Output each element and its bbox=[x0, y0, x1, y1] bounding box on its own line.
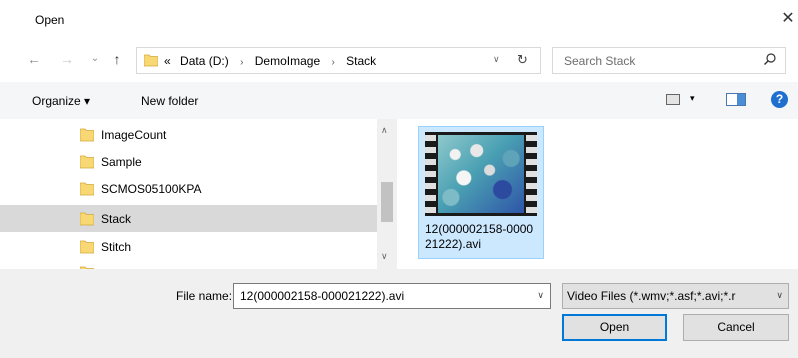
forward-arrow-icon[interactable]: → bbox=[58, 50, 76, 68]
organize-button[interactable]: Organize ▾ bbox=[32, 94, 90, 108]
folder-icon bbox=[80, 240, 94, 254]
search-input[interactable]: Search Stack bbox=[564, 54, 635, 68]
change-view-icon[interactable] bbox=[666, 94, 680, 105]
recent-locations-icon[interactable]: ⌄ bbox=[86, 50, 104, 68]
file-list: 12(000002158-000021222).avi bbox=[398, 119, 798, 269]
scrollbar-thumb[interactable] bbox=[381, 182, 393, 222]
file-name-label: 12(000002158-000021222).avi bbox=[425, 222, 534, 251]
address-bar[interactable]: « Data (D:) › DemoImage › Stack ∨ ↻ bbox=[136, 47, 541, 74]
video-thumbnail-icon bbox=[425, 132, 537, 216]
open-button[interactable]: Open bbox=[562, 314, 667, 341]
file-name-field[interactable]: 12(000002158-000021222).avi ∨ bbox=[233, 283, 551, 309]
address-row: ← → ⌄ ↑ « Data (D:) › DemoImage › Stack … bbox=[0, 40, 798, 82]
close-icon[interactable]: ✕ bbox=[780, 8, 796, 28]
up-arrow-icon[interactable]: ↑ bbox=[108, 50, 126, 68]
folder-label: Sample bbox=[101, 155, 142, 169]
folder-label: Stack bbox=[101, 212, 132, 226]
search-box[interactable]: Search Stack bbox=[552, 47, 786, 74]
file-type-select[interactable]: Video Files (*.wmv;*.asf;*.avi;*.r ∨ bbox=[562, 283, 789, 309]
navigation-scrollbar[interactable]: ∧ ∨ bbox=[377, 119, 397, 269]
folder-item-imagecount[interactable]: ImageCount bbox=[0, 121, 377, 148]
video-frame-image bbox=[438, 135, 524, 213]
breadcrumb-overflow[interactable]: « bbox=[164, 54, 171, 68]
folder-label: ImageCount bbox=[101, 128, 167, 142]
folder-item-sample[interactable]: Sample bbox=[0, 148, 377, 175]
cancel-button[interactable]: Cancel bbox=[683, 314, 789, 341]
help-icon[interactable]: ? bbox=[771, 91, 788, 108]
folder-item-stack[interactable]: Stack bbox=[0, 205, 377, 232]
folder-icon bbox=[80, 212, 94, 226]
folder-icon bbox=[80, 182, 94, 196]
file-type-value: Video Files (*.wmv;*.asf;*.avi;*.r bbox=[567, 289, 736, 303]
file-name-label: File name: bbox=[176, 289, 233, 303]
navigation-pane: ImageCount Sample SCMOS05100KPA Stack St… bbox=[0, 119, 398, 269]
window-title: Open bbox=[35, 13, 65, 27]
breadcrumb-item[interactable]: Data (D:) bbox=[180, 54, 229, 68]
title-bar: Open ✕ bbox=[0, 0, 798, 40]
refresh-icon[interactable]: ↻ bbox=[517, 52, 528, 68]
scroll-up-icon[interactable]: ∧ bbox=[381, 125, 388, 136]
search-icon[interactable] bbox=[763, 52, 777, 66]
new-folder-button[interactable]: New folder bbox=[141, 94, 198, 108]
folder-item-partial bbox=[0, 261, 377, 269]
breadcrumb-item[interactable]: DemoImage bbox=[255, 54, 320, 68]
folder-label: Stitch bbox=[101, 240, 132, 254]
folder-icon bbox=[80, 128, 94, 142]
chevron-down-icon[interactable]: ∨ bbox=[776, 290, 783, 301]
film-strip-right bbox=[526, 132, 537, 216]
back-arrow-icon[interactable]: ← bbox=[25, 50, 43, 68]
chevron-down-icon[interactable]: ∨ bbox=[537, 290, 544, 301]
breadcrumb-separator-icon[interactable]: › bbox=[331, 57, 334, 68]
command-bar: Organize ▾ New folder ▾ ? bbox=[0, 82, 798, 119]
view-options-dropdown-icon[interactable]: ▾ bbox=[690, 93, 695, 104]
breadcrumb: « Data (D:) › DemoImage › Stack bbox=[164, 54, 376, 68]
breadcrumb-item[interactable]: Stack bbox=[346, 54, 376, 68]
preview-pane-icon[interactable] bbox=[726, 93, 746, 106]
file-item-video[interactable]: 12(000002158-000021222).avi bbox=[418, 126, 544, 259]
breadcrumb-separator-icon[interactable]: › bbox=[240, 57, 243, 68]
file-name-value[interactable]: 12(000002158-000021222).avi bbox=[240, 289, 404, 303]
folder-item-scmos05100kpa[interactable]: SCMOS05100KPA bbox=[0, 175, 377, 202]
folder-item-stitch[interactable]: Stitch bbox=[0, 233, 377, 260]
folder-icon bbox=[144, 54, 158, 67]
folder-icon bbox=[80, 155, 94, 169]
dialog-footer: File name: 12(000002158-000021222).avi ∨… bbox=[0, 269, 798, 358]
address-dropdown-icon[interactable]: ∨ bbox=[493, 54, 500, 65]
folder-label: SCMOS05100KPA bbox=[101, 182, 202, 196]
scroll-down-icon[interactable]: ∨ bbox=[381, 251, 388, 262]
film-strip-left bbox=[425, 132, 436, 216]
